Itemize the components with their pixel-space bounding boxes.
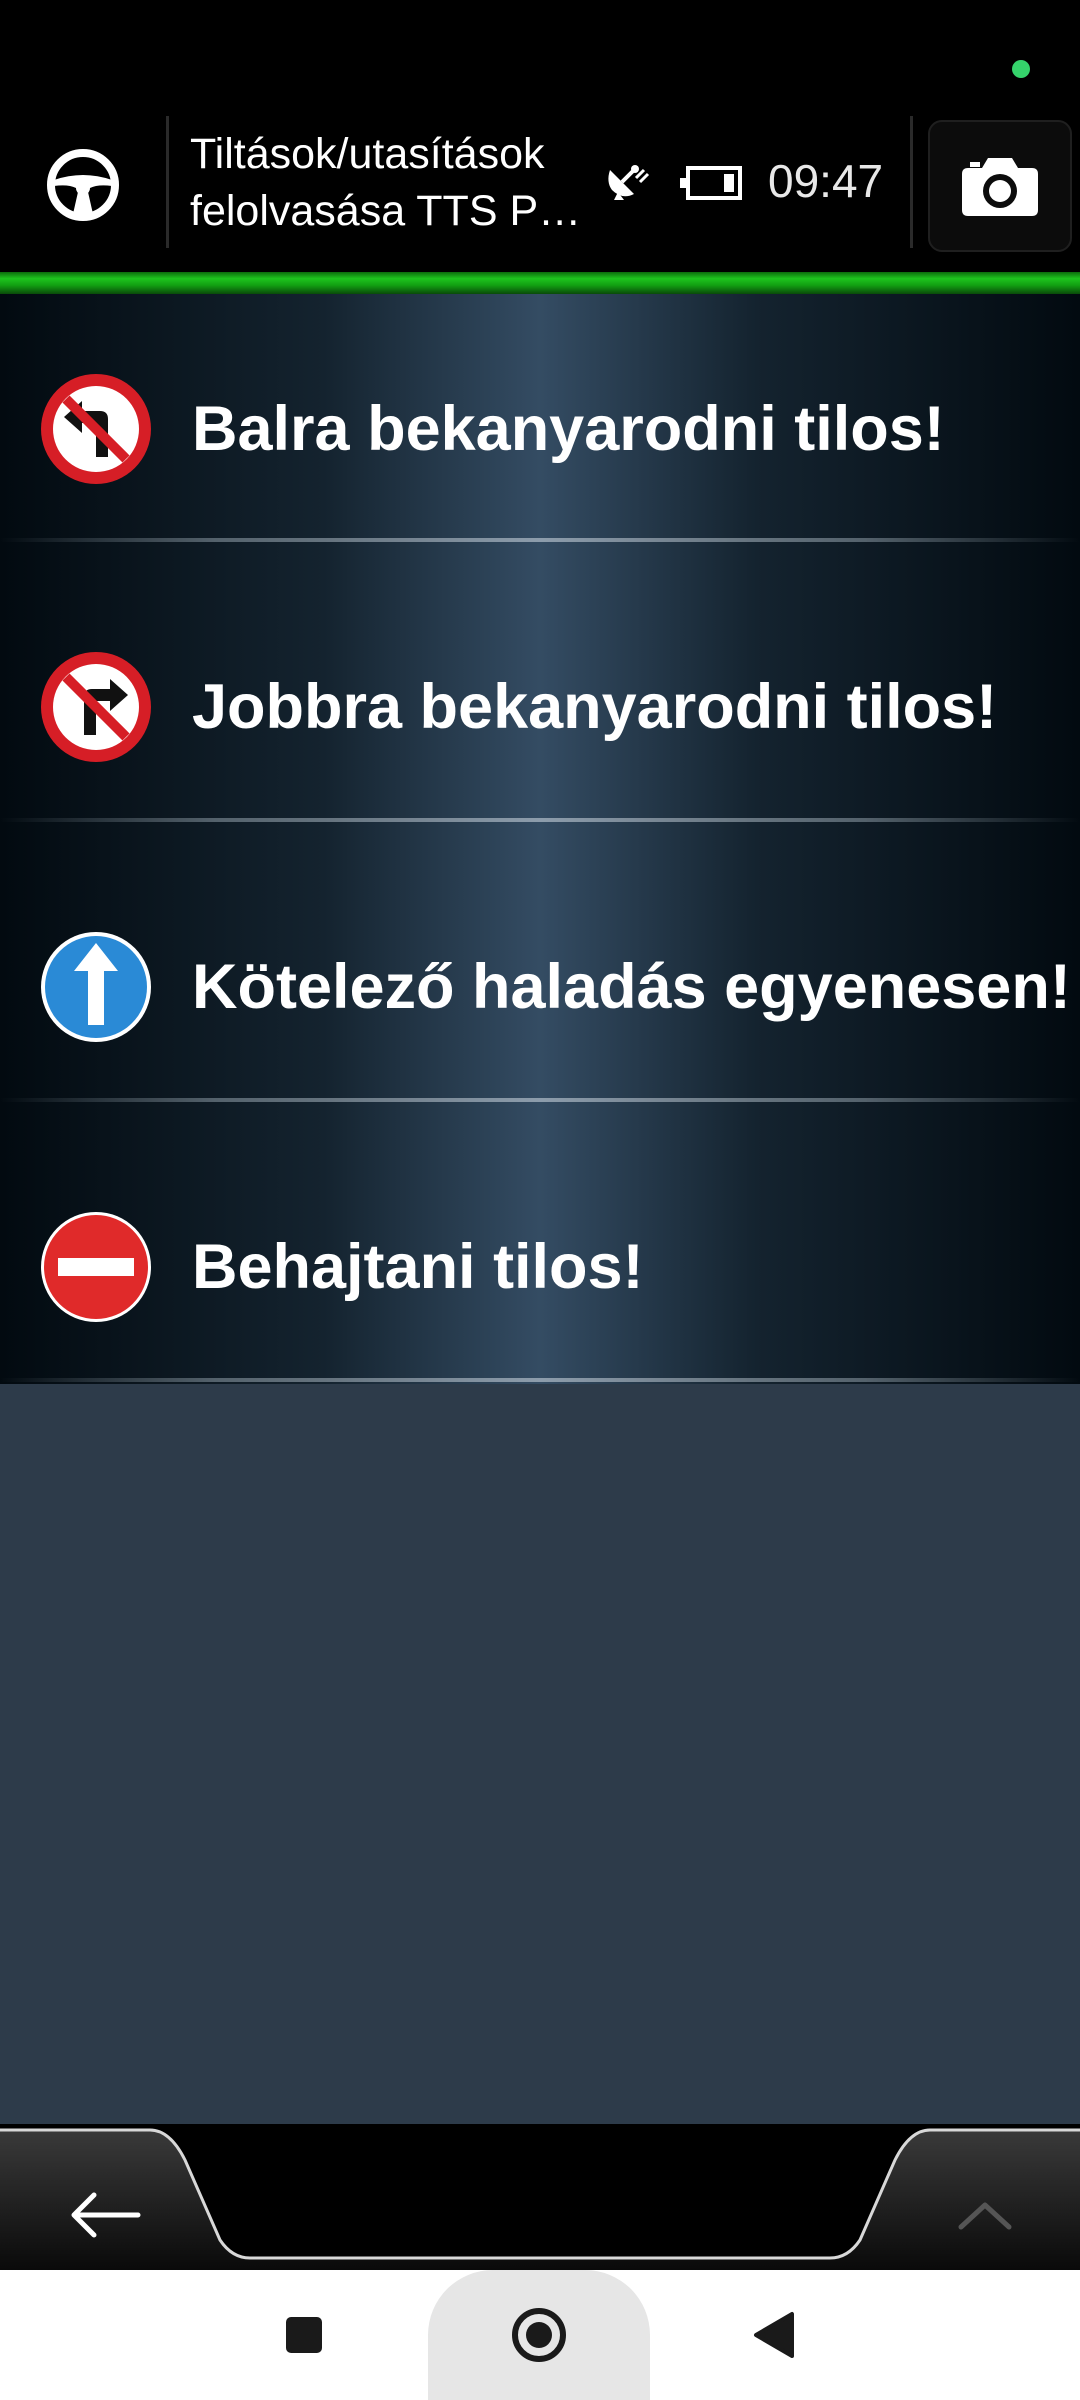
circle-icon xyxy=(512,2308,566,2362)
status-indicator-dot xyxy=(1012,60,1030,78)
battery-icon xyxy=(680,166,742,200)
page-title-line-1: Tiltások/utasítások xyxy=(190,130,545,178)
system-navigation-bar xyxy=(0,2270,1080,2400)
straight-ahead-only-sign-icon xyxy=(38,929,154,1045)
scroll-up-button[interactable] xyxy=(920,2160,1050,2270)
bottom-toolbar xyxy=(0,2120,1080,2270)
list-item[interactable]: Jobbra bekanyarodni tilos! xyxy=(0,572,1080,842)
no-right-turn-sign-icon xyxy=(38,649,154,765)
triangle-back-icon xyxy=(754,2312,794,2358)
header-divider-left xyxy=(166,116,169,248)
list-separator xyxy=(0,1378,1080,1382)
list-item[interactable]: Behajtani tilos! xyxy=(0,1132,1080,1402)
list-item-label: Behajtani tilos! xyxy=(192,1232,644,1302)
steering-wheel-icon xyxy=(47,149,119,221)
chevron-up-icon xyxy=(958,2202,1012,2230)
list-item-label: Jobbra bekanyarodni tilos! xyxy=(192,672,998,742)
arrow-left-icon xyxy=(71,2192,141,2238)
status-clock: 09:47 xyxy=(768,155,884,207)
app-header: Tiltások/utasítások felolvasása TTS Pro.… xyxy=(0,0,1080,272)
square-icon xyxy=(286,2317,322,2353)
list-item-label: Kötelező haladás egyenesen! xyxy=(192,952,1071,1022)
header-accent-bar xyxy=(0,272,1080,294)
back-button[interactable] xyxy=(30,2160,180,2270)
list-separator xyxy=(0,1098,1080,1102)
header-divider-right xyxy=(910,116,913,248)
sign-list: Balra bekanyarodni tilos! Jobbra bekanya… xyxy=(0,294,1080,1384)
no-left-turn-sign-icon xyxy=(38,371,154,487)
home-button[interactable] xyxy=(499,2295,579,2375)
list-item-label: Balra bekanyarodni tilos! xyxy=(192,394,945,464)
recents-button[interactable] xyxy=(264,2295,344,2375)
page-title-line-2: felolvasása TTS Pro... xyxy=(190,187,590,235)
camera-icon xyxy=(962,158,1038,216)
camera-button[interactable] xyxy=(928,120,1072,252)
page-title: Tiltások/utasítások felolvasása TTS Pro.… xyxy=(190,126,590,240)
list-separator xyxy=(0,538,1080,542)
content-empty-area xyxy=(0,1384,1080,2124)
list-separator xyxy=(0,818,1080,822)
satellite-dish-icon xyxy=(608,165,650,200)
no-entry-sign-icon xyxy=(38,1209,154,1325)
system-back-button[interactable] xyxy=(734,2295,814,2375)
steering-wheel-button[interactable] xyxy=(28,130,138,240)
list-item[interactable]: Kötelező haladás egyenesen! xyxy=(0,852,1080,1122)
list-item[interactable]: Balra bekanyarodni tilos! xyxy=(0,294,1080,564)
